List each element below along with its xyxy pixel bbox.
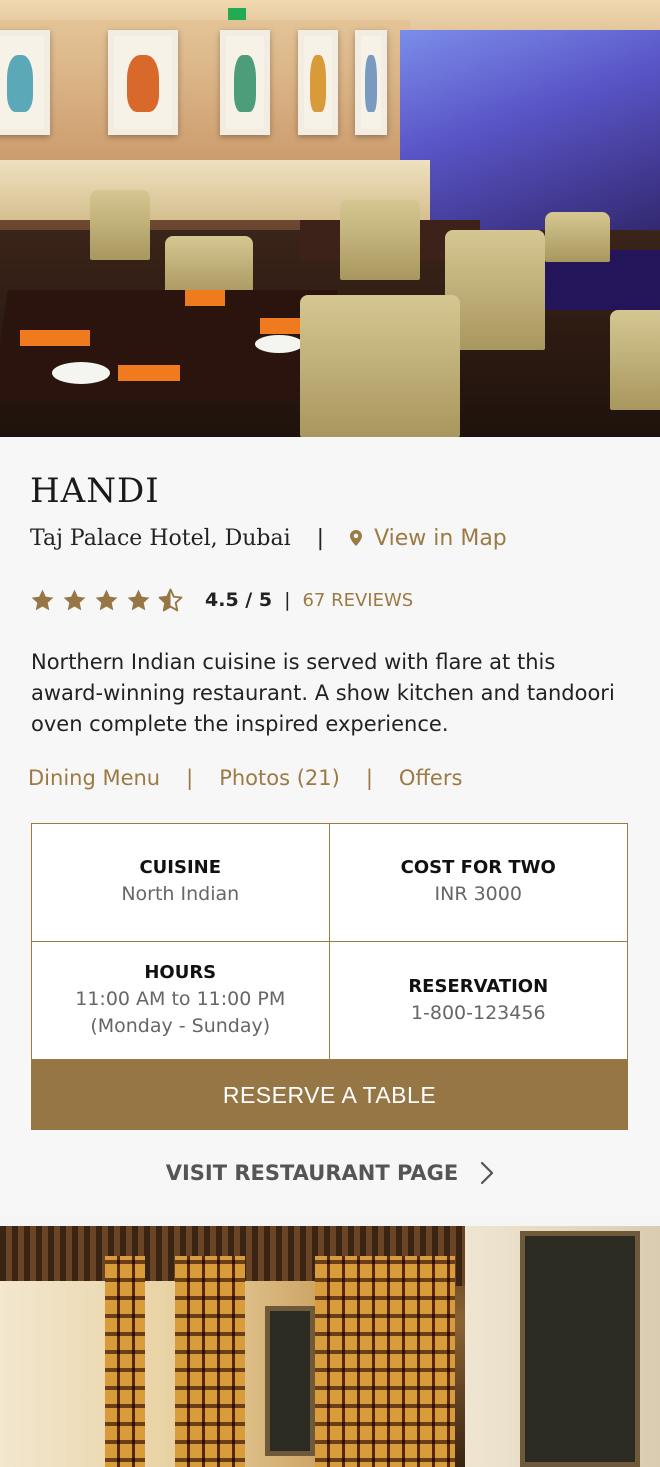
- hero-artwork: [298, 30, 338, 135]
- reservation-phone[interactable]: 1-800-123456: [411, 1000, 546, 1027]
- hero-chair: [300, 295, 460, 437]
- view-in-map-link[interactable]: View in Map: [350, 526, 507, 551]
- hero-plate: [52, 362, 110, 384]
- photo-artwork: [265, 1306, 315, 1456]
- reviews-link[interactable]: 67 REVIEWS: [302, 590, 413, 611]
- next-restaurant-photo[interactable]: [0, 1226, 660, 1467]
- hero-napkin: [185, 290, 225, 306]
- hero-artwork: [355, 30, 387, 135]
- hero-plate: [255, 335, 303, 353]
- chevron-right-icon: [481, 1161, 494, 1185]
- star-half-icon: [158, 588, 183, 611]
- secondary-links: Dining Menu | Photos (21) | Offers: [28, 763, 462, 793]
- cost-value: INR 3000: [434, 883, 522, 905]
- hero-chair: [165, 236, 253, 296]
- map-pin-icon: [350, 530, 363, 546]
- hero-artwork: [108, 30, 178, 135]
- cuisine-label: CUISINE: [139, 857, 222, 878]
- hours-days: (Monday - Sunday): [90, 1015, 271, 1037]
- photo-lattice-panel: [105, 1256, 145, 1467]
- restaurant-name: HANDI: [30, 471, 160, 511]
- photo-lattice-panel: [175, 1256, 245, 1467]
- rating-value: 4.5 / 5: [205, 589, 273, 611]
- restaurant-detail-card: HANDI Taj Palace Hotel, Dubai | View in …: [0, 437, 660, 1215]
- reserve-table-button[interactable]: RESERVE A TABLE: [31, 1060, 628, 1130]
- reservation-cell: RESERVATION 1-800-123456: [330, 942, 628, 1060]
- photo-artwork: [520, 1231, 640, 1467]
- links-separator: |: [365, 766, 373, 790]
- restaurant-description: Northern Indian cuisine is served with f…: [31, 650, 615, 736]
- hours-value: 11:00 AM to 11:00 PM: [75, 988, 286, 1010]
- hero-artwork: [220, 30, 270, 135]
- star-rating: [30, 588, 183, 613]
- hero-chair: [340, 200, 420, 280]
- dining-menu-link[interactable]: Dining Menu: [28, 766, 160, 790]
- cost-cell: COST FOR TWO INR 3000: [329, 824, 627, 942]
- visit-restaurant-page-link[interactable]: VISIT RESTAURANT PAGE: [0, 1153, 660, 1193]
- hero-artwork: [0, 30, 50, 135]
- offers-link[interactable]: Offers: [399, 766, 463, 790]
- hero-restaurant-photo: [0, 0, 660, 437]
- links-separator: |: [186, 766, 194, 790]
- cuisine-value: North Indian: [121, 883, 240, 905]
- reservation-label: RESERVATION: [408, 975, 549, 997]
- hours-cell: HOURS 11:00 AM to 11:00 PM (Monday - Sun…: [32, 942, 330, 1060]
- star-icon: [63, 589, 86, 610]
- cost-label: COST FOR TWO: [400, 857, 556, 878]
- hero-blue-hall: [400, 30, 660, 250]
- cuisine-cell: CUISINE North Indian: [32, 824, 330, 942]
- visit-restaurant-page-label: VISIT RESTAURANT PAGE: [165, 1161, 459, 1185]
- location-row: Taj Palace Hotel, Dubai | View in Map: [30, 523, 507, 553]
- hero-napkin: [20, 330, 90, 346]
- location-separator: |: [316, 525, 325, 551]
- photos-link[interactable]: Photos (21): [219, 766, 340, 790]
- hero-flag: [228, 8, 246, 20]
- rating-row: 4.5 / 5 | 67 REVIEWS: [30, 583, 413, 617]
- restaurant-location: Taj Palace Hotel, Dubai: [30, 525, 291, 551]
- view-in-map-label: View in Map: [374, 525, 507, 551]
- hero-chair: [445, 230, 545, 350]
- star-icon: [95, 589, 118, 610]
- info-grid: CUISINE North Indian COST FOR TWO INR 30…: [31, 823, 628, 1060]
- rating-separator: |: [284, 589, 291, 611]
- hours-label: HOURS: [144, 962, 217, 983]
- star-icon: [127, 589, 150, 610]
- photo-lattice-panel: [315, 1256, 455, 1467]
- hero-wall: [0, 20, 410, 180]
- hero-chair: [545, 212, 610, 262]
- hero-chair: [610, 310, 660, 410]
- hero-chair: [90, 190, 150, 260]
- hero-napkin: [118, 365, 180, 381]
- star-icon: [31, 589, 54, 610]
